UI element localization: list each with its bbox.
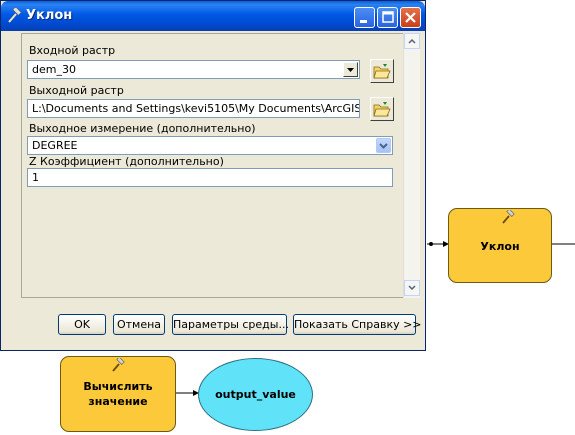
slope-tool-label: Уклон [480,240,520,253]
output-value-variable-node[interactable]: output_value [198,358,313,431]
slope-tool-node[interactable]: Уклон [448,208,552,283]
calculate-value-tool-node[interactable]: Вычислить значение [60,356,176,432]
output-value-label: output_value [215,388,296,401]
hammer-icon [501,208,515,224]
hammer-icon [111,356,125,372]
calculate-value-tool-label: Вычислить значение [83,380,153,408]
